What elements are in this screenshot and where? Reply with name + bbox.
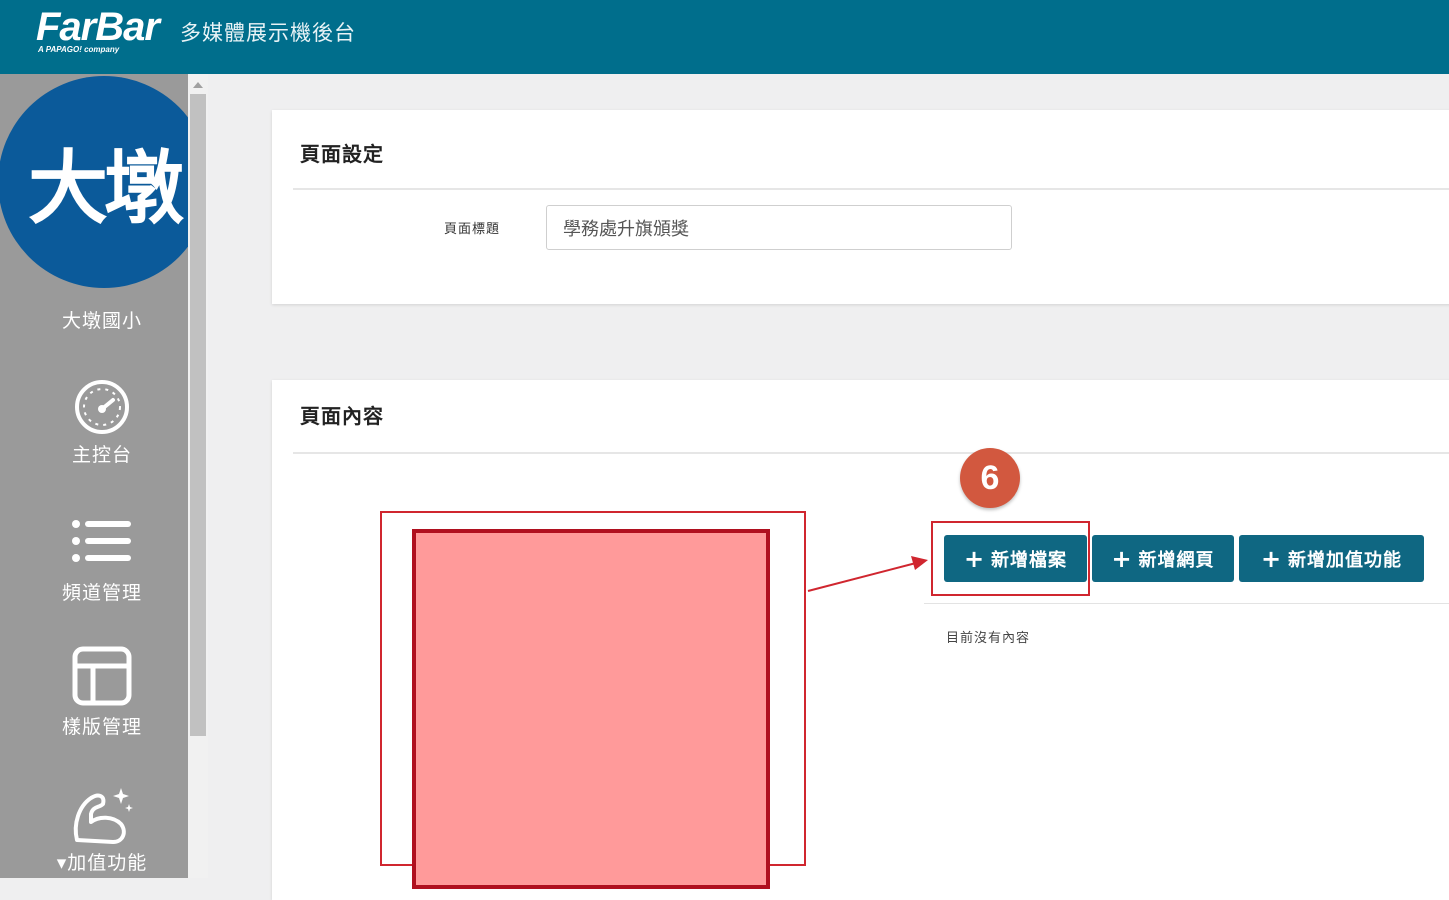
sidebar-item-label: 主控台 <box>71 444 132 466</box>
add-webpage-button[interactable]: + 新增網頁 <box>1092 535 1234 582</box>
divider <box>293 188 1449 190</box>
sidebar-item-channels[interactable]: 頻道管理 <box>0 518 188 605</box>
sidebar: 大墩 大墩國小 主控台 頻道管理 樣版管理 ▾加值功能 <box>0 74 188 878</box>
school-name: 大墩國小 <box>61 310 142 332</box>
plus-icon: + <box>1260 544 1283 573</box>
layout-template-icon <box>72 646 132 706</box>
content-divider <box>924 603 1449 604</box>
page-title-label: 頁面標題 <box>444 222 501 237</box>
sidebar-item-label: ▾加值功能 <box>56 852 148 874</box>
app-title: 多媒體展示機後台 <box>180 21 356 45</box>
farbar-logo[interactable]: FarBar <box>36 6 160 48</box>
scroll-thumb[interactable] <box>190 94 206 736</box>
sidebar-item-label: 樣版管理 <box>61 716 142 738</box>
strength-sparkle-icon <box>73 788 133 844</box>
scroll-up-icon[interactable] <box>193 82 203 88</box>
plus-icon: + <box>1111 544 1133 573</box>
logo-tagline: A PAPAGO! company <box>38 45 120 54</box>
add-webpage-label: 新增網頁 <box>1138 549 1215 571</box>
school-avatar: 大墩 <box>0 76 188 288</box>
top-bar: FarBar A PAPAGO! company 多媒體展示機後台 <box>0 0 1449 74</box>
page-settings-card: 頁面設定 頁面標題 <box>272 110 1449 304</box>
page-settings-title: 頁面設定 <box>300 142 384 166</box>
list-icon <box>72 520 131 562</box>
add-addon-button[interactable]: + 新增加值功能 <box>1239 535 1424 582</box>
page-title-input[interactable] <box>546 205 1012 250</box>
sidebar-item-label: 頻道管理 <box>61 582 142 604</box>
page-content-title: 頁面內容 <box>300 404 384 428</box>
sidebar-item-templates[interactable]: 樣版管理 <box>0 646 188 739</box>
sidebar-item-dashboard[interactable]: 主控台 <box>0 378 188 467</box>
empty-content-message: 目前沒有內容 <box>946 631 1031 646</box>
dashboard-gauge-icon <box>75 380 129 434</box>
sidebar-item-addons[interactable]: ▾加值功能 <box>0 784 188 875</box>
annotation-button-outline <box>931 521 1090 596</box>
annotation-highlight <box>412 529 770 889</box>
divider <box>293 452 1449 454</box>
add-addon-label: 新增加值功能 <box>1288 549 1403 571</box>
sidebar-scrollbar[interactable] <box>188 74 208 878</box>
step-number-badge: 6 <box>960 448 1020 508</box>
